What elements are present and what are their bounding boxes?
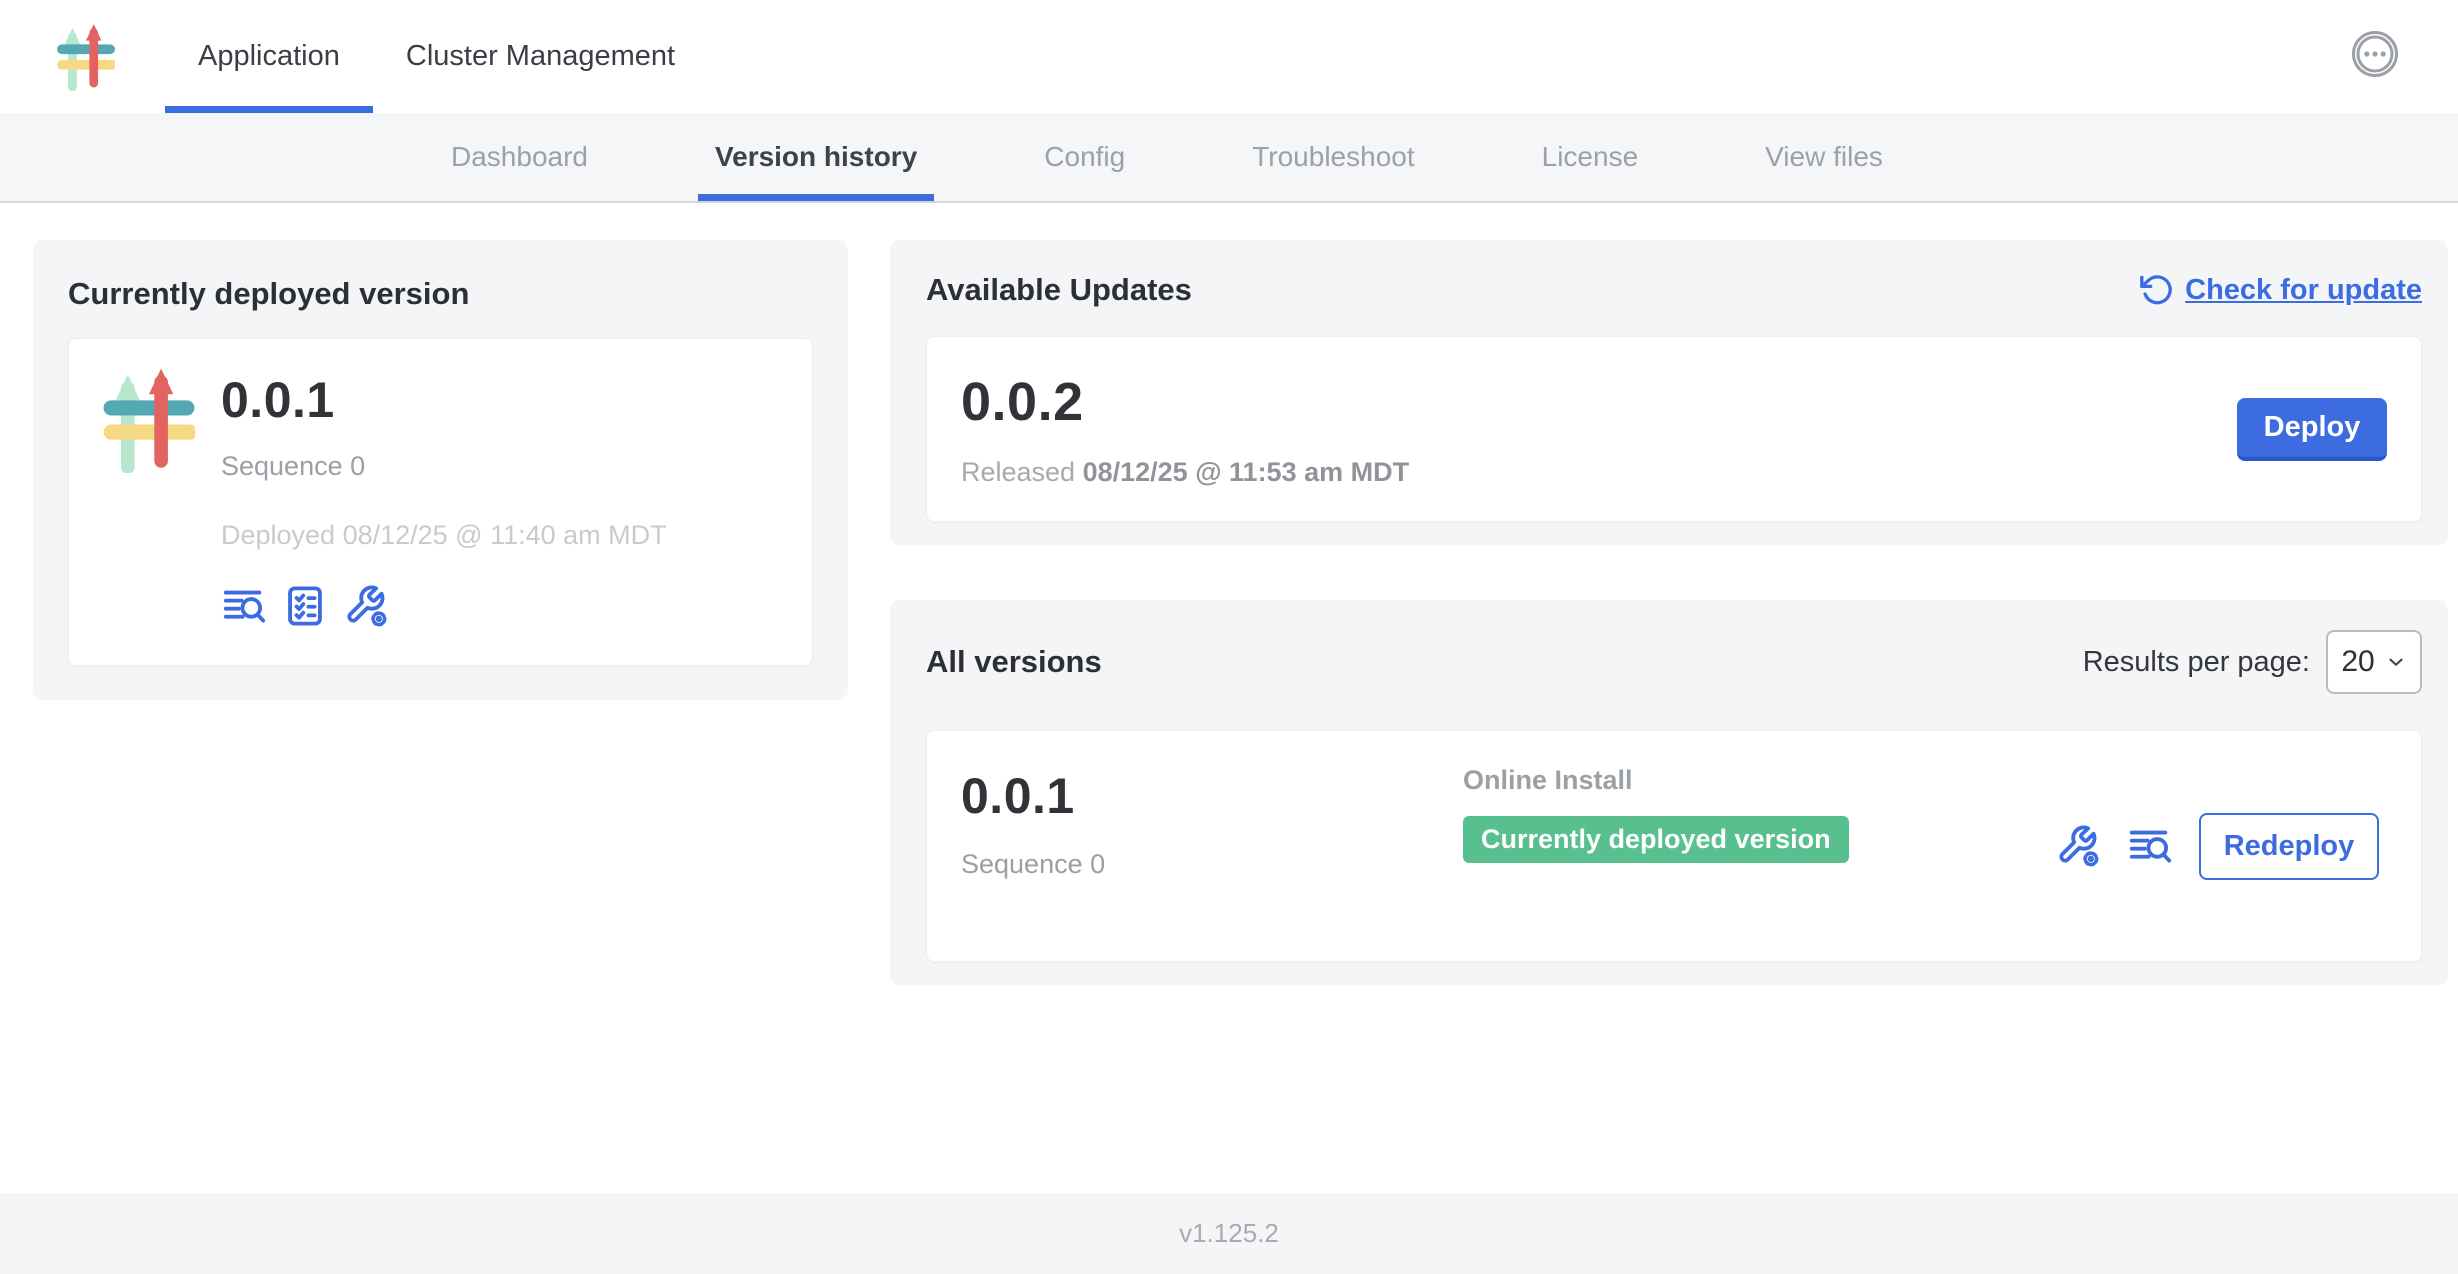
subnav-label: Config xyxy=(1044,141,1125,173)
overflow-menu-button[interactable] xyxy=(2352,31,2398,77)
version-row-info: 0.0.1 Sequence 0 xyxy=(961,763,1463,880)
update-released-line: Released 08/12/25 @ 11:53 am MDT xyxy=(961,457,1409,488)
version-row-actions: Redeploy xyxy=(2055,813,2379,880)
version-history-content: Currently deployed version 0.0.1 Sequenc… xyxy=(0,203,2458,1193)
tab-application-label: Application xyxy=(198,40,340,73)
subnav-label: License xyxy=(1542,141,1639,173)
config-wrench-icon[interactable] xyxy=(343,583,389,629)
subnav-item-view-files[interactable]: View files xyxy=(1765,113,1883,201)
check-for-update-link[interactable]: Check for update xyxy=(2137,272,2422,308)
deployed-version-panel: 0.0.1 Sequence 0 Deployed 08/12/25 @ 11:… xyxy=(68,338,813,666)
deployed-version-number: 0.0.1 xyxy=(221,371,667,429)
app-logo-icon xyxy=(57,23,115,91)
released-prefix: Released xyxy=(961,457,1075,487)
subnav-item-license[interactable]: License xyxy=(1542,113,1639,201)
subnav-label: Version history xyxy=(715,141,917,173)
version-row: 0.0.1 Sequence 0 Online Install Currentl… xyxy=(926,730,2422,962)
app-logo-icon xyxy=(103,367,195,473)
diff-icon[interactable] xyxy=(2127,823,2173,869)
currently-deployed-badge: Currently deployed version xyxy=(1463,816,1849,863)
row-sequence: Sequence 0 xyxy=(961,849,1463,880)
preflight-checklist-icon[interactable] xyxy=(282,583,328,629)
deployed-card-title: Currently deployed version xyxy=(68,276,813,312)
tab-cluster-management[interactable]: Cluster Management xyxy=(373,0,708,113)
ellipsis-icon xyxy=(2355,34,2395,74)
top-nav: Application Cluster Management xyxy=(0,0,2458,113)
deployed-sequence: Sequence 0 xyxy=(221,451,667,482)
config-wrench-icon[interactable] xyxy=(2055,823,2101,869)
subnav-item-config[interactable]: Config xyxy=(1044,113,1125,201)
chevron-down-icon xyxy=(2385,651,2407,673)
subnav-label: Troubleshoot xyxy=(1252,141,1414,173)
results-per-page-label: Results per page: xyxy=(2083,646,2310,679)
available-updates-card: Available Updates Check for update 0.0.2… xyxy=(890,240,2448,545)
results-per-page-select[interactable]: 20 xyxy=(2326,630,2422,694)
deployed-version-info: 0.0.1 Sequence 0 Deployed 08/12/25 @ 11:… xyxy=(221,367,667,637)
results-per-page-value: 20 xyxy=(2341,645,2374,679)
subnav-item-version-history[interactable]: Version history xyxy=(715,113,917,201)
top-tabs: Application Cluster Management xyxy=(165,0,708,113)
refresh-ccw-icon xyxy=(2137,272,2173,308)
all-versions-header: All versions Results per page: 20 xyxy=(926,630,2422,694)
console-version-label: v1.125.2 xyxy=(1179,1218,1279,1249)
app-subnav: Dashboard Version history Config Trouble… xyxy=(0,113,2458,203)
admin-console-footer: v1.125.2 xyxy=(0,1193,2458,1274)
right-column: Available Updates Check for update 0.0.2… xyxy=(890,240,2448,985)
all-versions-card: All versions Results per page: 20 0.0.1 … xyxy=(890,600,2448,985)
subnav-item-dashboard[interactable]: Dashboard xyxy=(451,113,588,201)
update-info: 0.0.2 Released 08/12/25 @ 11:53 am MDT xyxy=(961,371,1409,488)
deploy-button[interactable]: Deploy xyxy=(2237,398,2387,461)
subnav-label: View files xyxy=(1765,141,1883,173)
update-row: 0.0.2 Released 08/12/25 @ 11:53 am MDT D… xyxy=(926,336,2422,522)
subnav-item-troubleshoot[interactable]: Troubleshoot xyxy=(1252,113,1414,201)
diff-icon[interactable] xyxy=(221,583,267,629)
tab-cluster-management-label: Cluster Management xyxy=(406,40,675,73)
check-for-update-label: Check for update xyxy=(2185,274,2422,307)
update-version-number: 0.0.2 xyxy=(961,371,1409,433)
deployed-timestamp: Deployed 08/12/25 @ 11:40 am MDT xyxy=(221,520,667,551)
tab-application[interactable]: Application xyxy=(165,0,373,113)
all-versions-title: All versions xyxy=(926,644,1102,680)
install-type-label: Online Install xyxy=(1463,765,2055,796)
available-updates-title: Available Updates xyxy=(926,272,1192,308)
results-per-page: Results per page: 20 xyxy=(2083,630,2422,694)
currently-deployed-card: Currently deployed version 0.0.1 Sequenc… xyxy=(33,240,848,700)
version-row-status: Online Install Currently deployed versio… xyxy=(1463,763,2055,863)
deployed-action-icons xyxy=(221,583,667,629)
row-version-number: 0.0.1 xyxy=(961,767,1463,825)
subnav-label: Dashboard xyxy=(451,141,588,173)
released-date: 08/12/25 @ 11:53 am MDT xyxy=(1083,457,1410,487)
redeploy-button[interactable]: Redeploy xyxy=(2199,813,2379,880)
available-updates-header: Available Updates Check for update xyxy=(926,272,2422,308)
